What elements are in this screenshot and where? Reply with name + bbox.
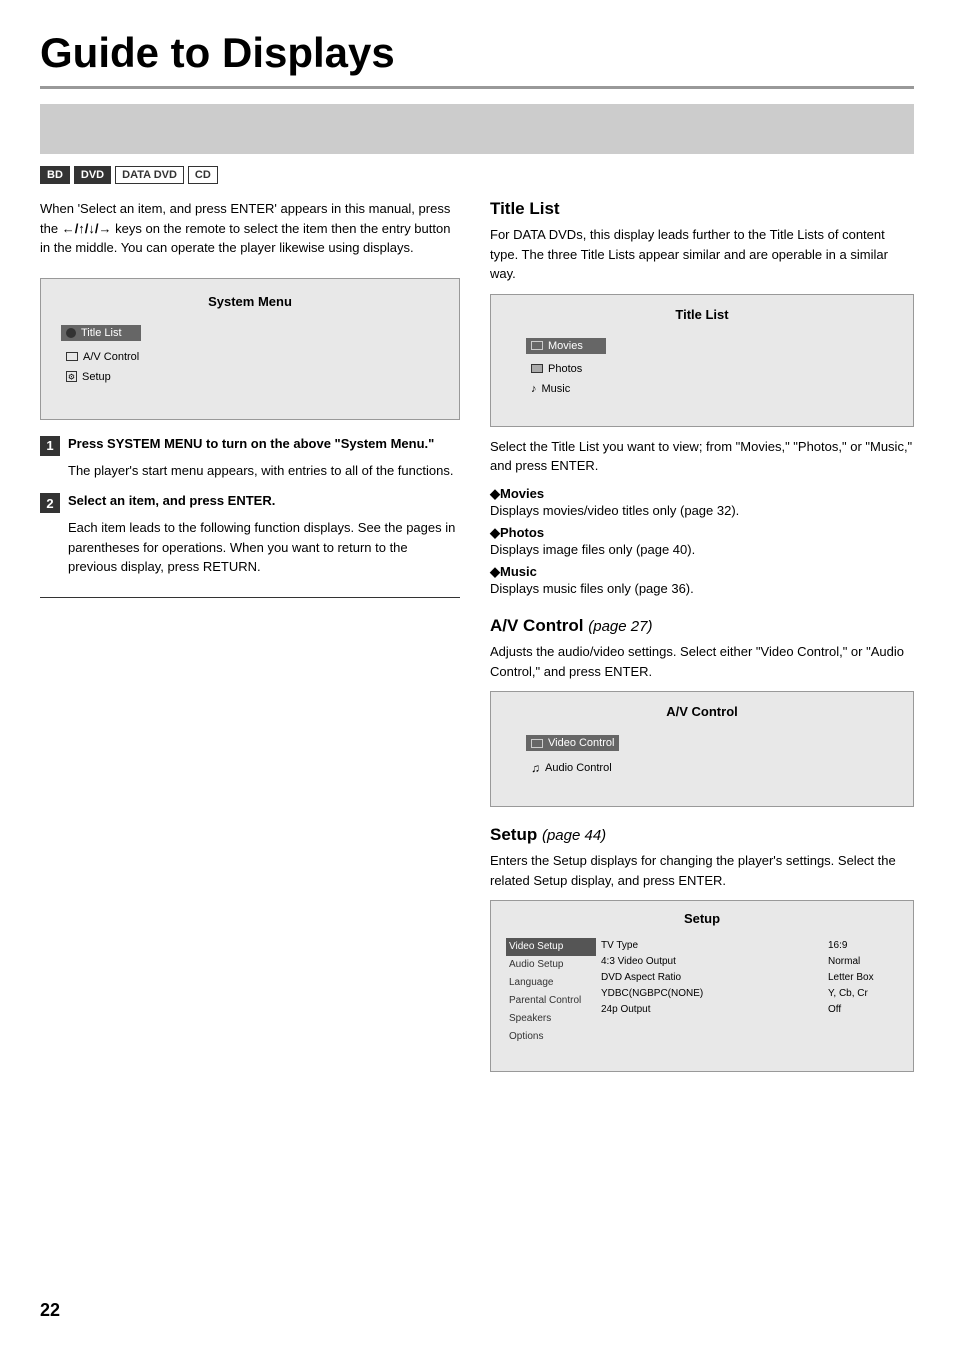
step-1-body: The player's start menu appears, with en… <box>68 461 460 481</box>
menu-item-setup-label: Setup <box>82 371 111 383</box>
setup-right-item-2: Letter Box <box>828 970 898 986</box>
setup-right-item-1: Normal <box>828 954 898 970</box>
step-2-header: 2 Select an item, and press ENTER. <box>40 492 460 513</box>
title-list-section: Title List For DATA DVDs, this display l… <box>490 199 914 598</box>
right-column: Title List For DATA DVDs, this display l… <box>490 199 914 1311</box>
menu-item-title-list-label: Title List <box>81 327 122 339</box>
badge-dvd: DVD <box>74 166 111 184</box>
step-1: 1 Press SYSTEM MENU to turn on the above… <box>40 435 460 481</box>
av-item-video: Video Control <box>526 735 619 751</box>
left-column: When 'Select an item, and press ENTER' a… <box>40 199 460 1311</box>
bullet-movies-text: Displays movies/video titles only (page … <box>490 502 914 520</box>
bullet-movies: ◆Movies Displays movies/video titles onl… <box>490 486 914 520</box>
decorative-bar <box>40 104 914 154</box>
circle-icon <box>66 328 76 338</box>
tl-item-photos-label: Photos <box>548 363 582 375</box>
tl-item-music-label: Music <box>542 383 571 395</box>
setup-center-item-1: 4:3 Video Output <box>601 954 828 970</box>
tl-item-music: ♪ Music <box>526 381 893 397</box>
format-badges: BD DVD DATA DVD CD <box>40 166 914 184</box>
bullet-photos-title: ◆Photos <box>490 525 914 541</box>
av-control-text: Adjusts the audio/video settings. Select… <box>490 642 914 681</box>
setup-menu-language: Language <box>506 974 596 992</box>
bullet-photos-text: Displays image files only (page 40). <box>490 541 914 559</box>
menu-item-title-list: Title List <box>61 325 141 341</box>
setup-right-values: 16:9 Normal Letter Box Y, Cb, Cr Off <box>828 938 898 1046</box>
av-item-audio-label: Audio Control <box>545 762 612 774</box>
title-list-items: Movies Photos ♪ Music <box>511 334 893 397</box>
setup-center-item-4: 24p Output <box>601 1002 828 1018</box>
av-control-heading: A/V Control (page 27) <box>490 616 914 636</box>
bullet-movies-title: ◆Movies <box>490 486 914 502</box>
note-icon: ♪ <box>531 383 537 395</box>
setup-screen: Setup Video Setup Audio Setup Language P… <box>490 900 914 1072</box>
setup-menu-video: Video Setup <box>506 938 596 956</box>
title-list-heading: Title List <box>490 199 914 219</box>
setup-screen-title: Setup <box>506 911 898 926</box>
tl-item-photos: Photos <box>526 361 893 377</box>
setup-menu-parental: Parental Control <box>506 992 596 1010</box>
section-divider <box>40 597 460 598</box>
page-number: 22 <box>40 1300 60 1321</box>
step-2: 2 Select an item, and press ENTER. Each … <box>40 492 460 577</box>
bullet-music: ◆Music Displays music files only (page 3… <box>490 564 914 598</box>
setup-section: Setup (page 44) Enters the Setup display… <box>490 825 914 1072</box>
bullet-music-title: ◆Music <box>490 564 914 580</box>
setup-center-item-0: TV Type <box>601 938 828 954</box>
setup-right-item-0: 16:9 <box>828 938 898 954</box>
setup-page-ref: (page 44) <box>542 827 606 844</box>
av-monitor-icon <box>531 739 543 748</box>
menu-item-setup: ⚙ Setup <box>61 369 439 385</box>
badge-cd: CD <box>188 166 218 184</box>
bullet-music-text: Displays music files only (page 36). <box>490 580 914 598</box>
title-list-text: For DATA DVDs, this display leads furthe… <box>490 225 914 284</box>
setup-center-menu: TV Type 4:3 Video Output DVD Aspect Rati… <box>596 938 828 1046</box>
title-list-screen-title: Title List <box>511 307 893 322</box>
badge-bd: BD <box>40 166 70 184</box>
setup-right-item-3: Y, Cb, Cr <box>828 986 898 1002</box>
av-control-section: A/V Control (page 27) Adjusts the audio/… <box>490 616 914 807</box>
av-control-items: Video Control ♫ Audio Control <box>511 731 893 777</box>
step-2-title: Select an item, and press ENTER. <box>68 492 275 510</box>
av-control-page-ref: (page 27) <box>588 618 652 635</box>
setup-menu-options: Options <box>506 1028 596 1046</box>
av-control-screen-title: A/V Control <box>511 704 893 719</box>
system-menu-title: System Menu <box>61 294 439 309</box>
bullet-photos: ◆Photos Displays image files only (page … <box>490 525 914 559</box>
menu-item-av-control: A/V Control <box>61 349 439 365</box>
step-1-title: Press SYSTEM MENU to turn on the above "… <box>68 435 434 453</box>
av-item-video-label: Video Control <box>548 737 614 749</box>
title-list-screen: Title List Movies Photos ♪ Music <box>490 294 914 427</box>
setup-center-item-3: YDBC(NGBPC(NONE) <box>601 986 828 1002</box>
intro-text: When 'Select an item, and press ENTER' a… <box>40 199 460 258</box>
content-columns: When 'Select an item, and press ENTER' a… <box>40 199 914 1311</box>
av-control-screen: A/V Control Video Control ♫ Audio Contro… <box>490 691 914 807</box>
step-2-body: Each item leads to the following functio… <box>68 518 460 577</box>
badge-data-dvd: DATA DVD <box>115 166 184 184</box>
step-1-header: 1 Press SYSTEM MENU to turn on the above… <box>40 435 460 456</box>
setup-text: Enters the Setup displays for changing t… <box>490 851 914 890</box>
step-2-number: 2 <box>40 493 60 513</box>
setup-center-item-2: DVD Aspect Ratio <box>601 970 828 986</box>
setup-menu-audio: Audio Setup <box>506 956 596 974</box>
title-list-select-text: Select the Title List you want to view; … <box>490 437 914 476</box>
step-1-number: 1 <box>40 436 60 456</box>
setup-left-menu: Video Setup Audio Setup Language Parenta… <box>506 938 596 1046</box>
photo-icon <box>531 364 543 373</box>
audio-icon: ♫ <box>531 761 540 775</box>
setup-menu-speakers: Speakers <box>506 1010 596 1028</box>
setup-right-item-4: Off <box>828 1002 898 1018</box>
page-title: Guide to Displays <box>40 30 914 89</box>
tl-item-movies: Movies <box>526 338 606 354</box>
setup-screen-inner: Video Setup Audio Setup Language Parenta… <box>506 938 898 1046</box>
page-container: Guide to Displays BD DVD DATA DVD CD Whe… <box>0 0 954 1351</box>
monitor-sm-icon <box>531 341 543 350</box>
system-menu-screen: System Menu Title List A/V Control ⚙ Set… <box>40 278 460 420</box>
menu-item-av-label: A/V Control <box>83 351 139 363</box>
gear-icon: ⚙ <box>66 371 77 382</box>
monitor-icon <box>66 352 78 361</box>
tl-item-movies-label: Movies <box>548 340 583 352</box>
setup-heading: Setup (page 44) <box>490 825 914 845</box>
av-item-audio: ♫ Audio Control <box>526 759 893 777</box>
